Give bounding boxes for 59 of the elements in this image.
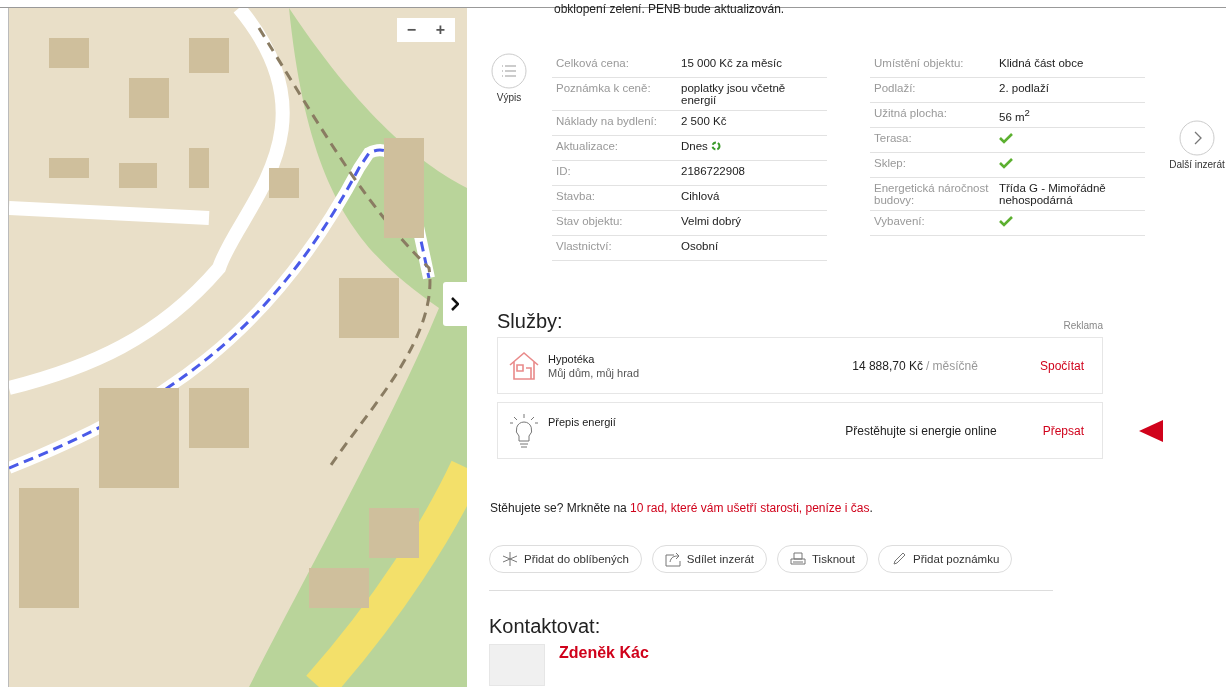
param-label: Vlastnictví:: [556, 240, 613, 252]
param-label: Vybavení:: [874, 215, 926, 227]
param-value: Cihlová: [681, 190, 720, 202]
param-label: Umístění objektu:: [874, 57, 965, 69]
lightbulb-icon: [508, 412, 540, 449]
chevron-right-icon: [1179, 120, 1215, 156]
list-icon: [491, 53, 527, 89]
agent-name[interactable]: Zdeněk Kác: [559, 644, 649, 686]
service-info: Přestěhujte si energie online: [845, 423, 997, 438]
section-title: Kontaktovat:: [489, 615, 602, 638]
share-icon: [664, 551, 681, 567]
param-value: 2186722908: [681, 165, 745, 177]
price-period: / měsíčně: [925, 358, 978, 373]
param-value: 15 000 Kč za měsíc: [681, 57, 782, 69]
next-listing-button[interactable]: Další inzerát: [1167, 120, 1226, 176]
action-button[interactable]: Přidat do oblíbených: [489, 545, 642, 573]
printer-icon: [790, 551, 806, 567]
ad-label: Reklama: [1063, 320, 1103, 331]
pencil-icon: [891, 551, 908, 567]
param-label: ID:: [556, 165, 572, 177]
param-value: Dnes: [681, 140, 708, 152]
expand-map-button[interactable]: [443, 282, 467, 326]
param-label: Aktualizace:: [556, 140, 619, 152]
param-value: Třída G - Mimořádně nehospodárná: [999, 182, 1107, 206]
param-value: 2. podlaží: [999, 82, 1049, 94]
param-label: Užitná plocha:: [874, 107, 948, 119]
param-label: Terasa:: [874, 132, 913, 144]
action-button[interactable]: Sdílet inzerát: [651, 545, 767, 573]
param-value: Klidná část obce: [999, 57, 1084, 69]
service-subtitle: Můj dům, můj hrad: [548, 366, 641, 379]
param-label: Náklady na bydlení:: [556, 115, 658, 127]
param-label: Sklep:: [874, 157, 907, 169]
param-label: Energetická náročnost budovy:: [874, 182, 990, 206]
param-value: 2 500 Kč: [681, 115, 727, 127]
tips-link[interactable]: 10 rad, které vám ušetří starosti, peníze i čas: [630, 501, 870, 515]
param-label: Poznámka k ceně:: [556, 82, 652, 94]
service-name: Hypotéka: [548, 352, 596, 365]
param-value: poplatky jsou včetně energií: [681, 82, 787, 106]
param-label: Stavba:: [556, 190, 596, 202]
list-button[interactable]: Výpis: [489, 53, 529, 109]
param-value: 56 m$^{2}$: [999, 107, 1030, 123]
avatar-placeholder: [489, 644, 545, 686]
moving-tip-text: Stěhujete se? Mrkněte na 10 rad, které vám ušetří starosti, peníze i čas.: [490, 501, 874, 515]
service-link[interactable]: Spočítat: [1039, 358, 1084, 373]
house-icon: [508, 350, 540, 381]
service-name: Přepis energií: [548, 416, 617, 428]
service-link[interactable]: Přepsat: [1042, 423, 1084, 438]
param-label: Stav objektu:: [556, 215, 624, 227]
price-amount: 14 888,70 Kč: [852, 358, 923, 373]
description-text: obklopení zelení. PENB bude aktualizován.: [554, 1, 786, 17]
param-label: Celková cena:: [556, 57, 630, 69]
section-title: Služby:: [497, 310, 563, 333]
action-button[interactable]: Přidat poznámku: [878, 545, 1013, 573]
star-icon: [502, 551, 518, 567]
param-value: Velmi dobrý: [681, 215, 742, 227]
param-label: Podlaží:: [874, 82, 917, 94]
chevron-right-icon: [451, 297, 459, 311]
param-value: Osobní: [681, 240, 719, 252]
action-button[interactable]: Tisknout: [777, 545, 869, 573]
